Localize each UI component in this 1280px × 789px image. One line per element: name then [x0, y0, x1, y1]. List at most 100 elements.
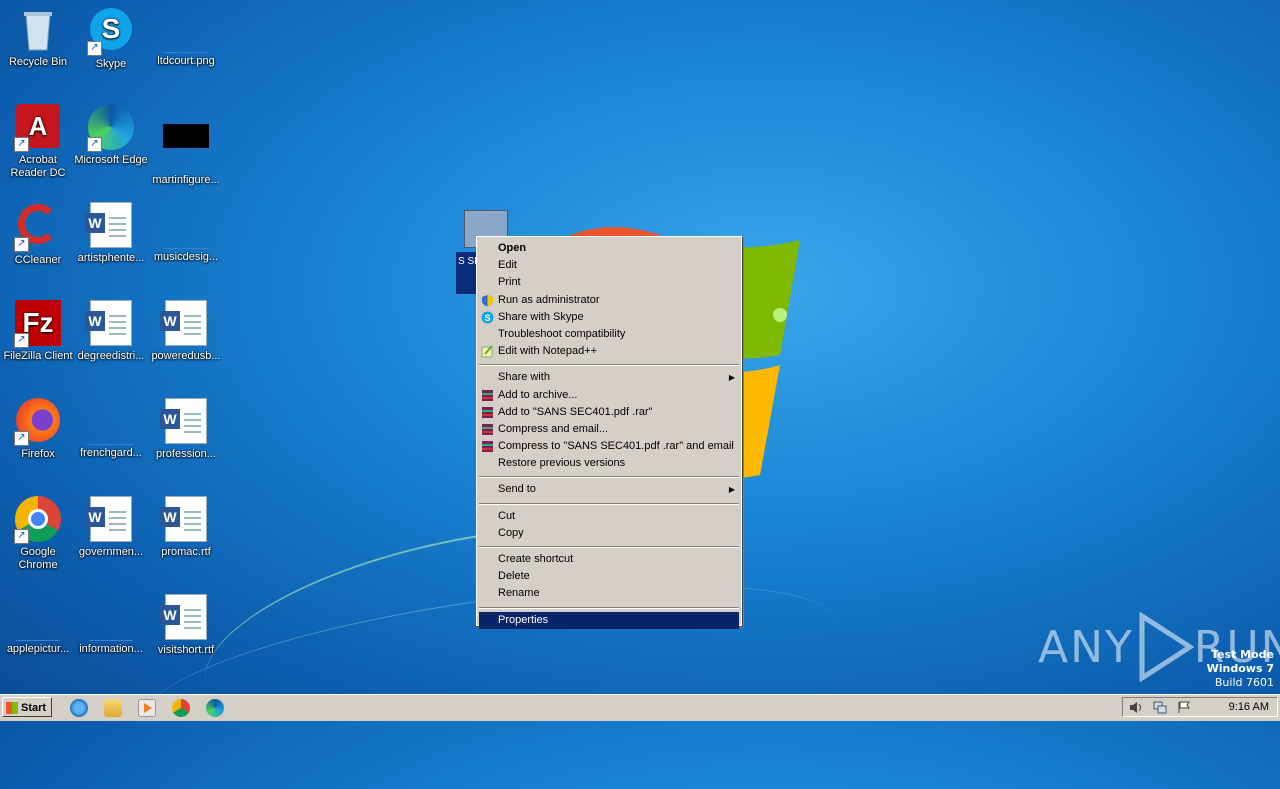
menu-item-rename[interactable]: Rename — [477, 585, 741, 602]
volume-icon[interactable] — [1129, 701, 1143, 714]
context-menu: Open Edit Print Run as administrator S S… — [476, 236, 742, 629]
filezilla-icon: Fz ↗ — [14, 300, 62, 348]
menu-item-create-shortcut[interactable]: Create shortcut — [477, 551, 741, 568]
chrome-icon: ↗ — [14, 496, 62, 544]
shortcut-arrow-icon: ↗ — [14, 333, 29, 348]
word-document-icon — [160, 398, 207, 444]
winrar-icon — [482, 423, 493, 435]
desktop-icon-profession[interactable]: profession... — [148, 398, 224, 461]
desktop-icon-firefox[interactable]: ↗ Firefox — [0, 398, 76, 461]
desktop-icon-governmen[interactable]: governmen... — [73, 496, 149, 559]
system-tray: 9:16 AM — [1122, 697, 1278, 717]
desktop-icon-filezilla[interactable]: Fz ↗ FileZilla Client — [0, 300, 76, 363]
skype-icon: S — [481, 311, 494, 324]
shortcut-arrow-icon: ↗ — [87, 41, 102, 56]
os-version-info: Test Mode Windows 7 Build 7601 — [1207, 648, 1274, 690]
skype-icon: S ↗ — [87, 8, 135, 56]
svg-text:S: S — [484, 313, 490, 323]
menu-item-copy[interactable]: Copy — [477, 525, 741, 542]
menu-separator — [479, 502, 739, 505]
winrar-icon — [482, 406, 493, 418]
acrobat-icon: A ↗ — [14, 104, 62, 152]
menu-item-add-archive[interactable]: Add to archive... — [477, 387, 741, 404]
media-player-icon[interactable] — [138, 699, 156, 717]
internet-explorer-icon[interactable] — [70, 699, 88, 717]
desktop-icon-information[interactable]: information... — [73, 594, 149, 656]
file-icon — [16, 618, 60, 641]
file-icon — [89, 618, 133, 641]
taskbar: Start 9:16 AM — [0, 694, 1280, 721]
build-label: Build 7601 — [1214, 676, 1274, 689]
shortcut-arrow-icon: ↗ — [14, 431, 29, 446]
desktop-icon-degreedistri[interactable]: degreedistri... — [73, 300, 149, 363]
word-document-icon — [85, 496, 132, 542]
desktop-icon-recycle-bin[interactable]: Recycle Bin — [0, 6, 76, 69]
desktop-icon-applepicture[interactable]: applepictur... — [0, 594, 76, 656]
submenu-arrow-icon: ▶ — [728, 485, 735, 495]
menu-item-delete[interactable]: Delete — [477, 568, 741, 585]
edge-icon: ↗ — [87, 104, 135, 152]
desktop-icon-poweredusb[interactable]: poweredusb... — [148, 300, 224, 363]
menu-item-restore-versions[interactable]: Restore previous versions — [477, 455, 741, 472]
clock[interactable]: 9:16 AM — [1229, 701, 1269, 713]
desktop-icon-chrome[interactable]: ↗ Google Chrome — [0, 496, 76, 572]
menu-item-troubleshoot[interactable]: Troubleshoot compatibility — [477, 326, 741, 343]
uac-shield-icon — [482, 294, 493, 307]
desktop-icon-skype[interactable]: S ↗ Skype — [73, 6, 149, 71]
desktop-icon-martinfigure[interactable]: martinfigure... — [148, 104, 224, 187]
menu-item-print[interactable]: Print — [477, 274, 741, 291]
desktop-icon-promac[interactable]: promac.rtf — [148, 496, 224, 559]
menu-item-share-with[interactable]: Share with ▶ — [477, 369, 741, 386]
menu-item-share-skype[interactable]: S Share with Skype — [477, 309, 741, 326]
word-document-icon — [160, 496, 207, 542]
menu-item-notepadpp[interactable]: Edit with Notepad++ — [477, 343, 741, 360]
desktop-icon-musicdesig[interactable]: musicdesig... — [148, 202, 224, 264]
windows-version-label: Windows 7 — [1206, 662, 1274, 675]
menu-item-run-as-admin[interactable]: Run as administrator — [477, 292, 741, 309]
word-document-icon — [85, 300, 132, 346]
desktop-icon-ccleaner[interactable]: ↗ CCleaner — [0, 202, 76, 267]
shortcut-arrow-icon: ↗ — [14, 137, 29, 152]
desktop-icon-frenchgard[interactable]: frenchgard... — [73, 398, 149, 460]
winrar-icon — [482, 389, 493, 401]
start-button[interactable]: Start — [2, 697, 52, 717]
menu-item-open[interactable]: Open — [477, 240, 741, 257]
desktop-icon-ltdcourt[interactable]: ltdcourt.png — [148, 6, 224, 68]
chrome-taskbar-icon[interactable] — [172, 699, 190, 717]
desktop-icon-acrobat[interactable]: A ↗ Acrobat Reader DC — [0, 104, 76, 180]
menu-item-send-to[interactable]: Send to ▶ — [477, 481, 741, 498]
image-file-icon — [162, 124, 210, 172]
menu-item-edit[interactable]: Edit — [477, 257, 741, 274]
word-document-icon — [160, 594, 207, 640]
network-icon[interactable] — [1153, 701, 1167, 714]
menu-item-cut[interactable]: Cut — [477, 508, 741, 525]
desktop-icon-visitshort[interactable]: visitshort.rtf — [148, 594, 224, 657]
windows-flag-icon — [6, 702, 18, 714]
ccleaner-icon: ↗ — [14, 204, 62, 252]
desktop-icon-artistphente[interactable]: artistphente... — [73, 202, 149, 265]
menu-item-compress-email[interactable]: Compress and email... — [477, 421, 741, 438]
file-icon — [89, 422, 133, 445]
file-explorer-icon[interactable] — [104, 699, 122, 717]
menu-item-add-to-rar[interactable]: Add to "SANS SEC401.pdf .rar" — [477, 404, 741, 421]
menu-item-properties[interactable]: Properties — [479, 611, 739, 629]
firefox-icon: ↗ — [14, 398, 62, 446]
menu-separator — [479, 546, 739, 548]
edge-taskbar-icon[interactable] — [206, 699, 224, 717]
image-file-icon — [164, 30, 208, 53]
play-icon — [1139, 612, 1194, 682]
shortcut-arrow-icon: ↗ — [87, 137, 102, 152]
shortcut-arrow-icon: ↗ — [14, 529, 29, 544]
file-icon — [164, 226, 208, 249]
recycle-bin-icon — [14, 6, 62, 54]
desktop-icon-edge[interactable]: ↗ Microsoft Edge — [73, 104, 149, 167]
word-document-icon — [160, 300, 207, 346]
shortcut-arrow-icon: ↗ — [14, 237, 29, 252]
test-mode-label: Test Mode — [1211, 648, 1274, 661]
action-center-flag-icon[interactable] — [1177, 701, 1191, 714]
word-document-icon — [85, 202, 132, 248]
menu-item-compress-to-rar-email[interactable]: Compress to "SANS SEC401.pdf .rar" and e… — [477, 438, 741, 455]
menu-separator — [479, 476, 739, 479]
menu-separator — [479, 364, 739, 367]
submenu-arrow-icon: ▶ — [728, 373, 735, 383]
